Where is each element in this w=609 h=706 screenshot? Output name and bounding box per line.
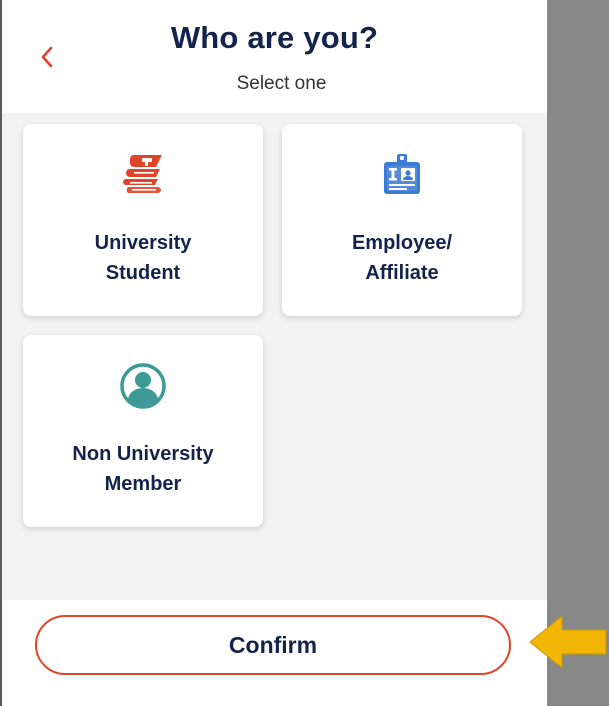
option-label: Employee/ Affiliate: [351, 232, 453, 284]
confirm-button[interactable]: Confirm: [35, 615, 511, 675]
annotation-arrow-icon: [529, 614, 607, 670]
option-label: Non University Member: [72, 443, 214, 495]
page-title: Who are you?: [170, 20, 379, 55]
option-university-student[interactable]: University Student: [23, 124, 263, 316]
footer: Confirm: [2, 600, 547, 706]
app-screen: Who are you? Select one University Stude…: [2, 0, 547, 706]
option-non-university-member[interactable]: Non University Member: [23, 335, 263, 527]
books-icon: [23, 150, 263, 200]
id-badge-icon: [282, 150, 522, 200]
user-circle-icon: [23, 361, 263, 411]
header: Who are you? Select one: [2, 0, 547, 113]
option-employee-affiliate[interactable]: Employee/ Affiliate: [282, 124, 522, 316]
option-label: University Student: [94, 232, 192, 284]
page-subtitle: Select one: [236, 73, 327, 94]
